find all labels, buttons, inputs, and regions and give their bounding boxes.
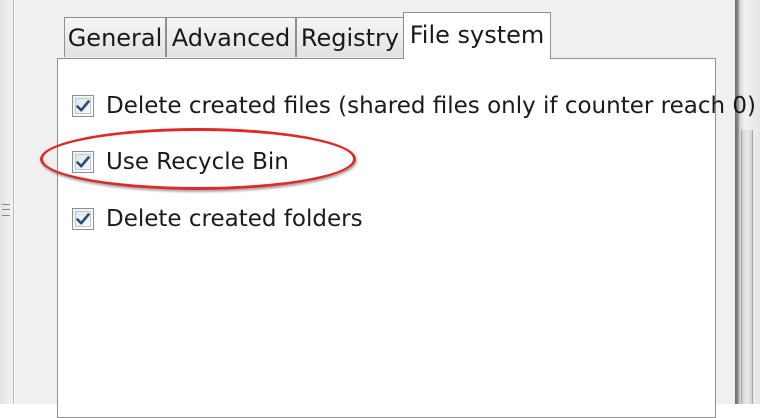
tab-file-system[interactable]: File system <box>403 12 551 59</box>
file-system-panel: Delete created files (shared files only … <box>57 58 756 418</box>
delete-created-folders-checkbox[interactable] <box>72 208 94 230</box>
scrollbar-thumb[interactable] <box>741 130 753 404</box>
delete-created-files-label: Delete created files (shared files only … <box>106 93 756 119</box>
delete-created-files-option[interactable]: Delete created files (shared files only … <box>72 93 756 119</box>
tab-advanced-label: Advanced <box>171 23 291 52</box>
delete-created-folders-label: Delete created folders <box>106 206 363 232</box>
checkmark-icon <box>76 156 90 168</box>
use-recycle-bin-checkbox[interactable] <box>72 151 94 173</box>
checkmark-icon <box>76 213 90 225</box>
use-recycle-bin-option[interactable]: Use Recycle Bin <box>72 149 289 175</box>
tab-file-system-label: File system <box>409 21 545 49</box>
tab-general-label: General <box>67 23 163 52</box>
tab-registry[interactable]: Registry <box>296 17 404 57</box>
delete-created-folders-option[interactable]: Delete created folders <box>72 206 363 232</box>
window-left-frame <box>0 0 14 404</box>
use-recycle-bin-label: Use Recycle Bin <box>106 149 289 175</box>
resize-grip-icon[interactable] <box>2 204 10 216</box>
tab-registry-label: Registry <box>300 23 400 52</box>
tab-advanced[interactable]: Advanced <box>166 17 296 57</box>
checkmark-icon <box>76 100 90 112</box>
tab-general[interactable]: General <box>64 17 166 57</box>
delete-created-files-checkbox[interactable] <box>72 95 94 117</box>
